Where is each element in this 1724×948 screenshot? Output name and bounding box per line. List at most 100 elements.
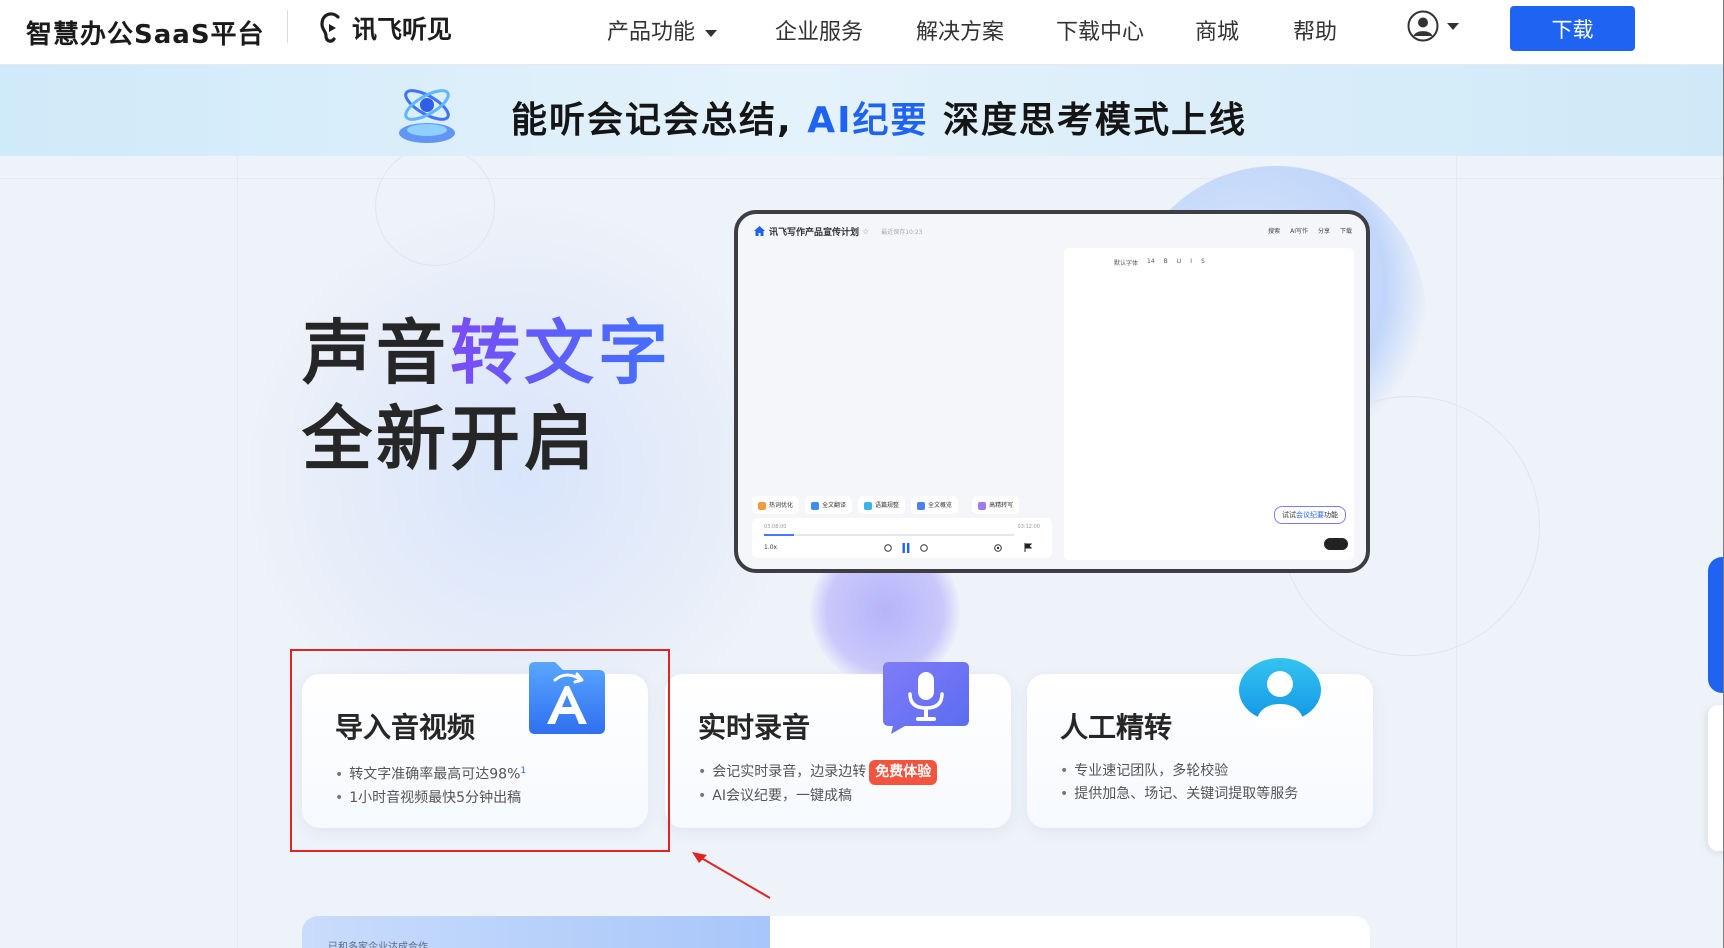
strikethrough-icon: S	[1200, 258, 1205, 265]
product-screenshot-mockup: 讯飞写作产品宣传计划 ☆ 最近保存10:23 搜索 AI写作 分享 下载 默认字…	[734, 210, 1370, 573]
hero-title-line-2: 全新开启	[302, 398, 598, 480]
hero-title-gradient: 转文字	[450, 312, 672, 394]
bold-icon: B	[1163, 258, 1168, 265]
mockup-chip: 全文翻译	[805, 496, 853, 514]
card-feature-text: 会记实时录音，边录边转	[712, 764, 867, 780]
feature-card-realtime-recording[interactable]: 实时录音 会记实时录音，边录边转免费体验 AI会议纪要，一键成稿	[665, 662, 1011, 828]
partners-banner: 已和多家企业达成合作	[302, 916, 770, 948]
partners-section-preview: 已和多家企业达成合作	[302, 916, 1370, 948]
pause-icon	[902, 543, 910, 553]
hero-title-plain: 声音	[302, 312, 450, 394]
annotation-arrow-icon	[692, 852, 771, 899]
ear-logo-icon	[320, 12, 340, 43]
banner-text-highlight: AI纪要	[807, 100, 929, 141]
mockup-audio-player: 03:08:00 03:12:00 1.0x	[752, 518, 1052, 558]
format-icon	[864, 501, 873, 510]
banner-text-after: 深度思考模式上线	[928, 100, 1248, 141]
nav-item-download-center[interactable]: 下载中心	[1056, 14, 1144, 46]
user-avatar-icon	[1407, 10, 1439, 42]
mockup-try-link: 会议纪要	[1296, 511, 1324, 519]
mockup-chip: 全文概览	[911, 496, 959, 514]
free-trial-badge[interactable]: 免费体验	[869, 760, 938, 785]
mockup-doc-title: 讯飞写作产品宣传计划	[769, 227, 860, 238]
card-title: 导入音视频	[335, 711, 476, 744]
nav-item-help[interactable]: 帮助	[1293, 14, 1337, 46]
card-feature-list: 会记实时录音，边录边转免费体验 AI会议纪要，一键成稿	[698, 760, 938, 808]
microphone-icon	[883, 662, 969, 734]
mockup-action-share: 分享	[1317, 228, 1330, 235]
mockup-action-download: 下载	[1339, 228, 1352, 235]
download-button[interactable]: 下载	[1510, 6, 1635, 51]
feature-card-human-transcription[interactable]: 人工精转 专业速记团队，多轮校验 提供加急、场记、关键词提取等服务	[1027, 658, 1373, 828]
mockup-chip-label: 全文概览	[928, 502, 953, 509]
mockup-chip-label: 全文翻译	[822, 502, 847, 509]
atom-icon	[399, 89, 455, 143]
italic-icon: I	[1190, 258, 1192, 265]
nav-item-enterprise-service[interactable]: 企业服务	[775, 14, 863, 46]
home-icon	[754, 226, 765, 236]
mockup-editor-toolbar: 默认字体 14 B U I S	[1114, 258, 1205, 267]
mockup-action-ai-write: AI写作	[1290, 228, 1308, 235]
mockup-chip: 语篇规整	[858, 496, 906, 514]
card-feature-list: 转文字准确率最高可达98%1 1小时音视频最快5分钟出稿	[335, 760, 526, 810]
settings-icon	[994, 544, 1002, 552]
iflyrec-logo[interactable]: 讯飞听见	[318, 10, 452, 46]
chevron-down-icon	[1447, 22, 1459, 30]
mockup-chip-label: 高精转写	[989, 502, 1014, 509]
card-feature-item: 1小时音视频最快5分钟出稿	[335, 787, 526, 810]
platform-name[interactable]: 智慧办公SaaS平台	[26, 14, 265, 51]
mockup-header: 讯飞写作产品宣传计划 ☆ 最近保存10:23 搜索 AI写作 分享 下载	[738, 214, 1366, 248]
mockup-progress-track	[764, 534, 1014, 536]
forward-icon	[920, 544, 928, 552]
user-account-menu[interactable]	[1407, 10, 1459, 42]
brand-divider	[287, 10, 288, 43]
mockup-font-size: 14	[1147, 258, 1155, 265]
grid-line	[0, 178, 1724, 179]
mockup-progress-fill	[764, 534, 794, 536]
high-precision-icon	[978, 501, 987, 510]
overview-icon	[917, 501, 926, 510]
card-title: 人工精转	[1060, 711, 1173, 744]
banner-headline: 能听会记会总结, AI纪要 深度思考模式上线	[511, 91, 1247, 143]
translate-icon	[811, 501, 820, 510]
floating-service-tab[interactable]	[1708, 557, 1724, 693]
card-feature-item: 会记实时录音，边录边转免费体验	[698, 760, 938, 785]
feature-card-import-audio-video[interactable]: 导入音视频 转文字准确率最高可达98%1 1小时音视频最快5分钟出稿	[302, 662, 648, 828]
mockup-try-minutes-prompt: 试试会议纪要功能	[1274, 506, 1346, 524]
grid-line	[237, 156, 238, 948]
floating-side-panel[interactable]	[1708, 705, 1724, 851]
mockup-editor-pane: 默认字体 14 B U I S 试试会议纪要功能	[1064, 248, 1354, 560]
card-feature-item: 转文字准确率最高可达98%1	[335, 760, 526, 787]
mockup-playback-controls	[884, 543, 928, 553]
footnote-marker: 1	[520, 766, 527, 776]
mockup-actions: 搜索 AI写作 分享 下载	[1268, 226, 1352, 235]
mockup-feature-chips: 热词优化 全文翻译 语篇规整 全文概览 高精转写	[752, 496, 1020, 514]
nav-item-product-features[interactable]: 产品功能	[607, 14, 718, 46]
card-feature-item: 专业速记团队，多轮校验	[1060, 760, 1298, 783]
partners-label: 已和多家企业达成合作	[328, 942, 428, 948]
promo-banner[interactable]: 能听会记会总结, AI纪要 深度思考模式上线	[0, 65, 1724, 156]
card-feature-text: 转文字准确率最高可达98%	[349, 766, 521, 783]
mockup-chip: 高精转写	[972, 496, 1020, 514]
underline-icon: U	[1176, 258, 1182, 265]
mockup-saved-text: 最近保存10:23	[881, 228, 923, 236]
top-navigation-bar: 智慧办公SaaS平台 讯飞听见 产品功能 企业服务 解决方案 下载中心 商城 帮…	[0, 0, 1724, 65]
hero-title-line-1: 声音转文字	[302, 310, 672, 396]
mockup-time-start: 03:08:00	[764, 524, 787, 530]
hot-words-icon	[758, 501, 766, 510]
card-feature-list: 专业速记团队，多轮校验 提供加急、场记、关键词提取等服务	[1060, 760, 1298, 806]
mockup-speed: 1.0x	[764, 544, 778, 551]
mockup-font-select: 默认字体	[1114, 260, 1139, 267]
hero-title: 声音转文字 全新开启	[302, 310, 672, 482]
mockup-toggle	[1324, 538, 1348, 550]
mockup-chip-label: 语篇规整	[875, 502, 900, 509]
nav-item-solutions[interactable]: 解决方案	[916, 14, 1004, 46]
mockup-chip-label: 热词优化	[769, 502, 794, 509]
nav-item-store[interactable]: 商城	[1195, 14, 1239, 46]
flag-icon	[1024, 543, 1032, 552]
card-feature-item: 提供加急、场记、关键词提取等服务	[1060, 783, 1298, 806]
star-icon: ☆	[862, 226, 870, 236]
rewind-icon	[884, 544, 892, 552]
banner-text-before: 能听会记会总结,	[511, 100, 808, 141]
mockup-try-suffix: 功能	[1324, 511, 1338, 519]
